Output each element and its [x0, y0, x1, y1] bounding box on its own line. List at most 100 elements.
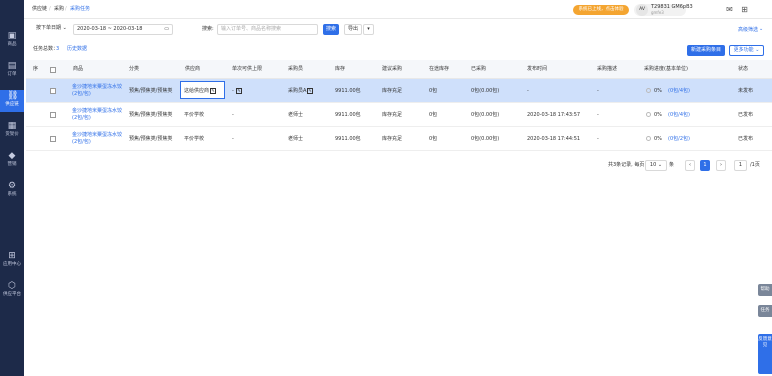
- limit: -: [232, 112, 234, 118]
- edit-icon[interactable]: ✎: [210, 88, 216, 94]
- suggest: 库存充足: [382, 88, 403, 94]
- row-checkbox[interactable]: [50, 88, 56, 94]
- avatar[interactable]: AV: [636, 4, 648, 16]
- help-tab[interactable]: 帮助: [758, 284, 772, 296]
- feedback-tab[interactable]: 反馈意见: [758, 334, 772, 374]
- category: 预焦/预焦类/预焦类: [129, 112, 173, 118]
- sidebar-item-app-center[interactable]: ⊞ 应用中心: [0, 250, 24, 272]
- in-transit: 0包: [429, 88, 438, 94]
- sidebar-item-goods[interactable]: ▣ 商品: [0, 30, 24, 52]
- prev-page-button[interactable]: ‹: [685, 160, 695, 171]
- sidebar-item-label: 营销: [7, 162, 17, 167]
- pager-summary: 共3条记录, 每页: [608, 162, 645, 168]
- edit-icon[interactable]: ✎: [307, 88, 313, 94]
- progress-detail[interactable]: (0包/4包): [668, 112, 690, 119]
- search-placeholder: 输入订单号、商品名称搜索: [221, 26, 282, 32]
- publish-time: -: [527, 88, 529, 94]
- stock: 9911.00包: [335, 112, 361, 118]
- sidebar-item-label: 供应平台: [3, 292, 21, 297]
- description: -: [597, 88, 599, 94]
- status: 已发布: [738, 112, 754, 118]
- advanced-filter-link[interactable]: 高级筛选: [738, 27, 758, 34]
- export-button[interactable]: 导出: [344, 24, 362, 35]
- edit-icon[interactable]: ✎: [236, 88, 242, 94]
- export-more-button[interactable]: ▾: [363, 24, 374, 35]
- product-name-link[interactable]: 金沙捷地米粟蛋冻水饺(2包/包): [72, 132, 124, 146]
- status: 已发布: [738, 136, 754, 142]
- search-input[interactable]: 输入订单号、商品名称搜索: [217, 24, 318, 35]
- progress-ring: [646, 136, 651, 141]
- breadcrumb-item[interactable]: 采购: [54, 6, 64, 13]
- top-bar: 供应链 / 采购 / 采购任务 系统已上线，点击体验 AV T29831 GM6…: [24, 0, 772, 19]
- sidebar-item-supply-platform[interactable]: ⬡ 供应平台: [0, 280, 24, 302]
- progress-detail[interactable]: (0包/2包): [668, 136, 690, 143]
- new-purchase-button[interactable]: 新建采购条目: [687, 45, 725, 56]
- sidebar-item-shelf[interactable]: ▦ 货架价: [0, 120, 24, 142]
- table-row[interactable]: 金沙捷地米粟蛋冻水饺(2包/包) 预焦/预焦类/预焦类 这给供应商 ✎ - ✎ …: [26, 79, 772, 103]
- date-range-value: 2020-03-18 ~ 2020-03-18: [77, 26, 143, 32]
- task-tab[interactable]: 任务: [758, 305, 772, 317]
- page-button-current[interactable]: 1: [700, 160, 710, 171]
- progress-ring: [646, 112, 651, 117]
- column-header: 建议采购: [382, 66, 403, 72]
- next-page-button[interactable]: ›: [716, 160, 726, 171]
- stock: 9911.00包: [335, 88, 361, 94]
- sidebar-item-marketing[interactable]: ◆ 营销: [0, 150, 24, 172]
- purchased: 0包(0.00包): [471, 136, 500, 142]
- sidebar-item-system[interactable]: ⚙ 系统: [0, 180, 24, 202]
- breadcrumb-current: 采购任务: [70, 6, 91, 12]
- product-name-link[interactable]: 金沙捷地米粟蛋冻水饺(2包/包): [72, 108, 124, 122]
- column-header: 采购进度(基本单位): [644, 66, 688, 72]
- column-header: 在途库存: [429, 66, 450, 72]
- history-link[interactable]: 历史数据: [67, 46, 87, 53]
- table-row[interactable]: 金沙捷地米粟蛋冻水饺(2包/包) 预焦/预焦类/预焦类 平价学校 - 老师士 9…: [26, 127, 772, 151]
- date-type-select[interactable]: 按下单日期 ⌄: [33, 24, 71, 35]
- task-count-label: 任务总数：: [33, 46, 59, 52]
- grid-icon[interactable]: ⊞: [740, 5, 749, 14]
- more-functions-label: 更多功能: [733, 47, 754, 53]
- column-header: 发布时间: [527, 66, 548, 72]
- message-icon[interactable]: ✉: [725, 5, 734, 14]
- progress-ring: [646, 88, 651, 93]
- sidebar-item-supply-chain[interactable]: ⛓ 供应链: [0, 90, 24, 112]
- chevron-down-icon[interactable]: ⌄: [759, 26, 763, 33]
- shelf-icon: ▦: [7, 121, 17, 131]
- column-header: 商品: [73, 66, 84, 72]
- row-checkbox[interactable]: [50, 112, 56, 118]
- breadcrumb-item[interactable]: 供应链: [32, 6, 47, 13]
- sidebar: ▣ 商品 ▤ 订单 ⛓ 供应链 ▦ 货架价 ◆ 营销 ⚙ 系统 ⊞ 应用中心 ⬡…: [0, 0, 24, 376]
- search-button[interactable]: 搜索: [323, 24, 339, 35]
- stock: 9911.00包: [335, 136, 361, 142]
- more-functions-button[interactable]: 更多功能 ⌄: [729, 45, 764, 56]
- date-range-input[interactable]: 2020-03-18 ~ 2020-03-18 ▭: [73, 24, 173, 35]
- progress-percent: 0%: [654, 88, 662, 94]
- publish-time: 2020-03-18 17:44:51: [527, 136, 581, 142]
- sidebar-item-orders[interactable]: ▤ 订单: [0, 60, 24, 82]
- in-transit: 0包: [429, 136, 438, 142]
- supplier: 这给供应商: [184, 88, 210, 94]
- task-count: 3: [56, 46, 60, 52]
- category: 预焦/预焦类/预焦类: [129, 136, 173, 142]
- select-all-checkbox[interactable]: [50, 67, 56, 73]
- row-checkbox[interactable]: [50, 136, 56, 142]
- limit: -: [232, 88, 234, 94]
- progress-detail[interactable]: (0包/4包): [668, 88, 690, 95]
- purchased: 0包(0.00包): [471, 112, 500, 118]
- breadcrumb-separator: /: [65, 6, 67, 12]
- product-name-link[interactable]: 金沙捷地米粟蛋冻水饺(2包/包): [72, 84, 124, 98]
- page-jump-input[interactable]: 1: [734, 160, 747, 171]
- page-size-select[interactable]: 10 ⌄: [645, 160, 667, 171]
- table-header: 序 商品 分类 供应商 单次可供上限 采购员 库存 建议采购 在途库存 已采购 …: [26, 60, 772, 79]
- platform-icon: ⬡: [8, 281, 16, 291]
- tag-icon: ◆: [8, 151, 16, 161]
- sidebar-item-label: 供应链: [5, 102, 19, 107]
- column-header: 序: [33, 66, 39, 72]
- purchased: 0包(0.00包): [471, 88, 500, 94]
- promo-banner[interactable]: 系统已上线，点击体验: [573, 5, 629, 15]
- table-row[interactable]: 金沙捷地米粟蛋冻水饺(2包/包) 预焦/预焦类/预焦类 平价学校 - 老师士 9…: [26, 103, 772, 127]
- column-header: 采购员: [288, 66, 304, 72]
- sidebar-item-label: 货架价: [5, 132, 19, 137]
- chevron-down-icon: ⌄: [62, 25, 67, 31]
- suggest: 库存充足: [382, 136, 403, 142]
- buyer: 老师士: [288, 112, 304, 118]
